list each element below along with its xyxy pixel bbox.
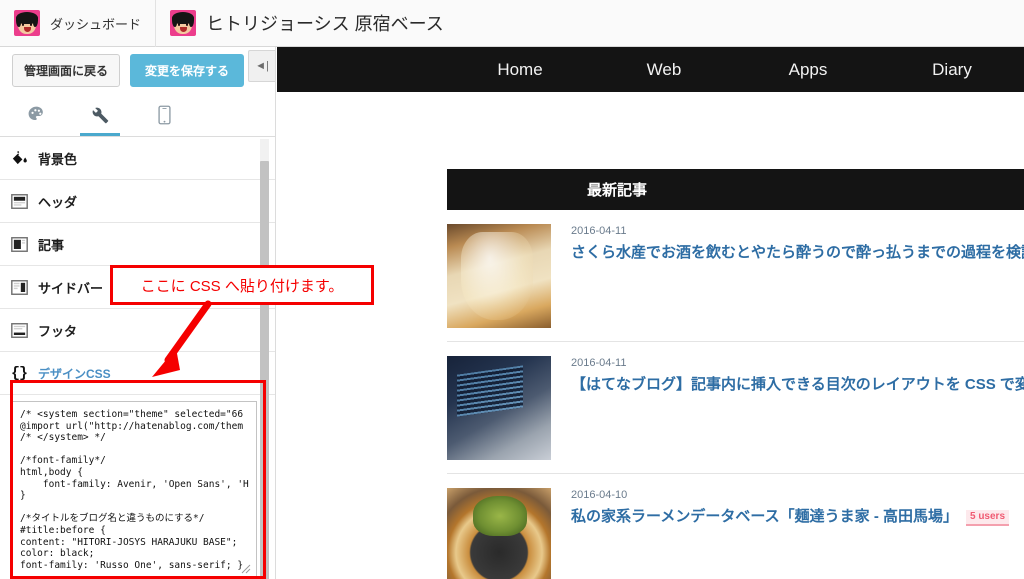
annotation-callout-text: ここに CSS へ貼り付けます。 (140, 277, 344, 295)
smartphone-icon (156, 105, 173, 125)
entry-date: 2016-04-10 (571, 489, 628, 501)
nav-link-apps[interactable]: Apps (736, 60, 880, 80)
entry-date: 2016-04-11 (571, 357, 627, 369)
sidebar-item-label: ヘッダ (38, 194, 78, 210)
blog-avatar (170, 10, 197, 36)
global-header: ダッシュボード ヒトリジョーシス 原宿ベース (0, 0, 1024, 47)
css-editor-wrap (0, 395, 275, 579)
design-tabbar (0, 93, 275, 137)
paint-bucket-icon (11, 150, 33, 166)
design-css-textarea[interactable] (12, 401, 257, 579)
footer-layout-icon (11, 322, 33, 338)
nav-link-web[interactable]: Web (592, 60, 736, 80)
latest-entries-heading-text: 最新記事 (586, 182, 647, 199)
entry-date: 2016-04-11 (571, 225, 627, 237)
nav-link-diary[interactable]: Diary (880, 60, 1024, 80)
entry-title-text: 私の家系ラーメンデータベース「麺達うま家 - 高田馬場」 (571, 508, 958, 525)
blog-title-link[interactable]: ヒトリジョーシス 原宿ベース (156, 0, 458, 47)
nav-link-home[interactable]: Home (448, 60, 592, 80)
article-layout-icon (11, 236, 33, 252)
palette-icon (27, 105, 46, 124)
tab-custom-design[interactable] (78, 93, 122, 136)
save-changes-button[interactable]: 変更を保存する (130, 53, 245, 87)
avatar (14, 10, 40, 36)
sidebar-item-label: サイドバー (38, 280, 104, 296)
panel-scrollbar-thumb[interactable] (260, 161, 269, 579)
blog-preview-pane: Home Web Apps Diary 最新記事 2016-04-11 さくら水… (277, 47, 1024, 579)
entry-row[interactable]: 2016-04-11 【はてなブログ】記事内に挿入できる目次のレイアウトを CS… (447, 342, 1024, 474)
bookmark-count-badge[interactable]: 5 users (965, 510, 1010, 526)
back-to-admin-button[interactable]: 管理画面に戻る (12, 53, 121, 87)
tab-palette[interactable] (14, 93, 58, 136)
preview-content: 最新記事 2016-04-11 さくら水産でお酒を飲むとやたら酔うので酔っ払うま… (277, 169, 1024, 579)
curly-braces-icon: {} (11, 364, 28, 382)
sidebar-item-design-css[interactable]: {} デザインCSS (0, 352, 275, 395)
sidebar-item-label: 記事 (38, 237, 65, 253)
collapse-panel-button[interactable]: ◄| (248, 50, 275, 82)
header-layout-icon (11, 193, 33, 209)
entry-title[interactable]: さくら水産でお酒を飲むとやたら酔うので酔っ払うまでの過程を検証 (571, 241, 1024, 262)
sidebar-item-background-color[interactable]: 背景色 (0, 137, 275, 180)
sidebar-item-label: 背景色 (38, 151, 78, 167)
annotation-callout-box: ここに CSS へ貼り付けます。 (110, 265, 374, 305)
entry-thumbnail-drink (447, 224, 551, 328)
collapse-left-icon: ◄| (255, 59, 269, 72)
entry-row[interactable]: 2016-04-10 私の家系ラーメンデータベース「麺達うま家 - 高田馬場」 5… (447, 474, 1024, 579)
design-settings-panel: 管理画面に戻る 変更を保存する 背景色 ヘッダ 記事 サイドバー フッタ {} … (0, 47, 276, 579)
sidebar-item-footer[interactable]: フッタ (0, 309, 275, 352)
dashboard-link[interactable]: ダッシュボード (0, 0, 155, 47)
sidebar-item-label: デザインCSS (38, 366, 111, 381)
dashboard-label: ダッシュボード (50, 16, 142, 32)
wrench-icon (90, 105, 110, 125)
sidebar-item-header[interactable]: ヘッダ (0, 180, 275, 223)
panel-toolbar: 管理画面に戻る 変更を保存する (0, 47, 275, 93)
sidebar-item-label: フッタ (38, 323, 78, 339)
entry-thumbnail-ramen (447, 488, 551, 579)
entry-thumbnail-laptop (447, 356, 551, 460)
entry-title[interactable]: 私の家系ラーメンデータベース「麺達うま家 - 高田馬場」 5 users (571, 505, 1010, 526)
latest-entries-heading: 最新記事 (447, 169, 1024, 210)
sidebar-layout-icon (11, 279, 33, 295)
preview-global-nav: Home Web Apps Diary (277, 47, 1024, 92)
tab-smartphone[interactable] (142, 93, 186, 136)
blog-title: ヒトリジョーシス 原宿ベース (206, 14, 444, 34)
sidebar-item-article[interactable]: 記事 (0, 223, 275, 266)
entry-title[interactable]: 【はてなブログ】記事内に挿入できる目次のレイアウトを CSS で変更 (571, 373, 1024, 394)
entry-row[interactable]: 2016-04-11 さくら水産でお酒を飲むとやたら酔うので酔っ払うまでの過程を… (447, 210, 1024, 342)
